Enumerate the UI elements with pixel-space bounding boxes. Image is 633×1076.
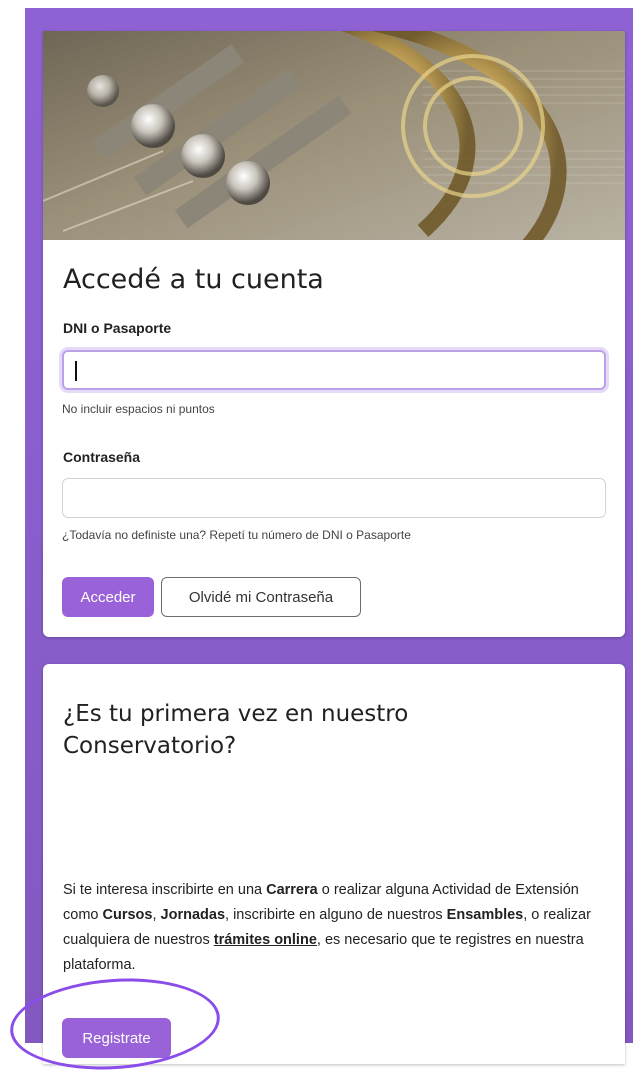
keyword-jornadas: Jornadas <box>160 907 226 923</box>
dni-help-text: No incluir espacios ni puntos <box>62 402 215 416</box>
keyword-cursos: Cursos <box>102 907 153 923</box>
text-segment: , inscribirte en alguno de nuestros <box>225 907 447 923</box>
login-button[interactable]: Acceder <box>62 577 154 617</box>
text-caret <box>75 361 77 381</box>
forgot-password-button[interactable]: Olvidé mi Contraseña <box>161 577 361 617</box>
dni-label: DNI o Pasaporte <box>63 320 172 336</box>
register-description: Si te interesa inscribirte en una Carrer… <box>63 878 608 978</box>
text-segment: , <box>152 907 161 923</box>
register-title: ¿Es tu primera vez en nuestro Conservato… <box>63 701 409 759</box>
hero-image <box>43 31 625 240</box>
dni-input[interactable] <box>62 350 606 390</box>
keyword-ensambles: Ensambles <box>446 907 524 923</box>
register-card: ¿Es tu primera vez en nuestro Conservato… <box>43 664 625 1064</box>
text-segment: Si te interesa inscribirte en una <box>63 882 267 898</box>
password-label: Contraseña <box>63 449 141 465</box>
password-input[interactable] <box>62 478 606 518</box>
login-card: Accedé a tu cuenta DNI o Pasaporte No in… <box>43 31 625 637</box>
login-title: Accedé a tu cuenta <box>63 264 324 295</box>
keyword-tramites-online: trámites online <box>213 932 317 948</box>
keyword-carrera: Carrera <box>266 882 318 898</box>
password-help-text: ¿Todavía no definiste una? Repetí tu núm… <box>62 528 411 542</box>
register-button[interactable]: Registrate <box>62 1018 171 1058</box>
